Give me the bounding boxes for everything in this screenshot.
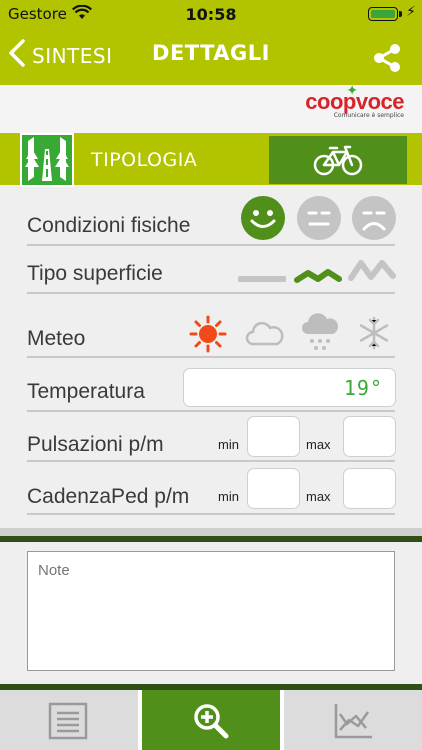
rain-cloud-icon xyxy=(302,313,339,350)
charging-icon: ⚡ xyxy=(406,4,416,20)
bike-type-button[interactable] xyxy=(269,136,407,184)
sun-icon xyxy=(189,315,227,353)
pulse-min-input[interactable] xyxy=(247,416,300,457)
hilly-surface-icon xyxy=(294,269,342,283)
tab-details[interactable] xyxy=(142,690,280,750)
divider xyxy=(27,292,395,294)
pulse-min-label: min xyxy=(218,437,239,452)
logo-text-voce: voce xyxy=(355,89,405,114)
sad-face-icon xyxy=(362,211,386,231)
tipologia-label: TIPOLOGIA xyxy=(91,149,198,171)
battery-tip xyxy=(399,11,402,17)
smile-icon xyxy=(250,210,276,228)
snowflake-icon xyxy=(359,316,389,350)
page-title: DETTAGLI xyxy=(152,41,270,65)
cadenza-label: CadenzaPed p/m xyxy=(27,485,190,508)
pulse-max-label: max xyxy=(306,437,331,452)
condizioni-label: Condizioni fisiche xyxy=(27,214,191,237)
weather-cloudy-button[interactable] xyxy=(244,318,284,354)
weather-sunny-button[interactable] xyxy=(188,314,228,358)
logo-strip: ✦ coopvoce Comunicare è semplice xyxy=(0,83,422,133)
sparkle-icon: ✦ xyxy=(346,83,358,99)
superficie-label: Tipo superficie xyxy=(27,262,163,285)
meteo-label: Meteo xyxy=(27,327,86,350)
share-button[interactable] xyxy=(370,42,404,74)
cadence-min-input[interactable] xyxy=(247,468,300,509)
zoom-in-icon xyxy=(194,704,229,739)
cadence-min-label: min xyxy=(218,489,239,504)
condition-bad-button[interactable] xyxy=(352,196,396,240)
surface-flat-button[interactable] xyxy=(237,266,287,290)
battery-icon xyxy=(368,7,398,21)
temperatura-label: Temperatura xyxy=(27,380,145,403)
divider xyxy=(27,513,395,515)
divider xyxy=(27,244,395,246)
cadence-max-input[interactable] xyxy=(343,468,396,509)
section-separator xyxy=(0,528,422,536)
bicycle-icon xyxy=(313,145,363,176)
status-bar: Gestore 10:58 ⚡ xyxy=(0,0,422,28)
condition-good-button[interactable] xyxy=(241,196,285,240)
list-icon xyxy=(48,702,88,740)
tab-list[interactable] xyxy=(0,690,138,750)
coopvoce-logo: ✦ coopvoce Comunicare è semplice xyxy=(305,83,405,119)
chart-icon xyxy=(334,704,372,739)
pulse-max-input[interactable] xyxy=(343,416,396,457)
weather-rain-button[interactable] xyxy=(300,312,340,358)
flat-surface-icon xyxy=(237,276,287,282)
divider xyxy=(27,460,395,462)
section-separator-dark xyxy=(0,536,422,542)
divider xyxy=(27,410,395,412)
divider xyxy=(27,356,395,358)
cloud-icon xyxy=(245,321,284,346)
temperature-value: 19° xyxy=(343,376,383,400)
neutral-face-icon xyxy=(307,211,331,226)
temperature-field[interactable]: 19° xyxy=(183,368,396,407)
surface-hilly-button[interactable] xyxy=(294,264,342,290)
clock: 10:58 xyxy=(185,5,237,24)
surface-mountain-button[interactable] xyxy=(348,258,396,288)
pulsazioni-label: Pulsazioni p/m xyxy=(27,433,164,456)
mountain-surface-icon xyxy=(348,260,396,281)
forest-road-icon xyxy=(20,133,74,187)
tab-chart[interactable] xyxy=(284,690,422,750)
notes-textarea[interactable] xyxy=(27,551,395,671)
condition-neutral-button[interactable] xyxy=(297,196,341,240)
share-icon xyxy=(374,44,400,72)
weather-snow-button[interactable] xyxy=(356,315,392,355)
cadence-max-label: max xyxy=(306,489,331,504)
